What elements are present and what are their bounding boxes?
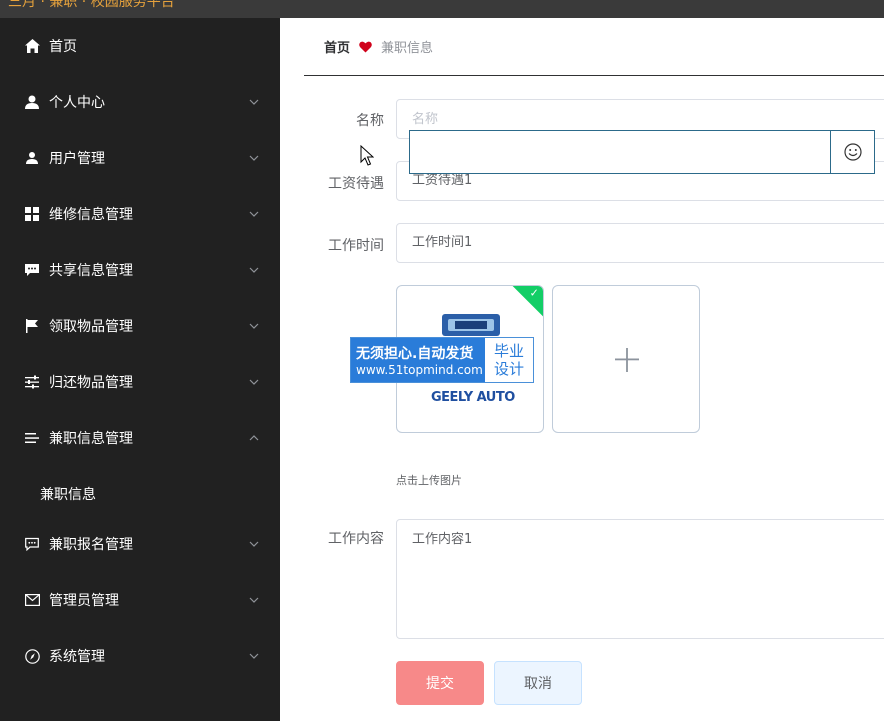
sidebar-item-repair[interactable]: 维修信息管理 — [0, 186, 280, 242]
watermark-line2: www.51topmind.com — [356, 363, 483, 377]
sidebar-item-return[interactable]: 归还物品管理 — [0, 354, 280, 410]
sidebar-item-signup[interactable]: 兼职报名管理 — [0, 516, 280, 572]
content-label: 工作内容 — [328, 531, 384, 547]
sidebar-item-label: 共享信息管理 — [49, 263, 133, 279]
mail-icon — [24, 592, 40, 608]
chevron-down-icon — [248, 208, 260, 220]
list-icon — [24, 430, 40, 446]
emoji-button[interactable] — [830, 131, 874, 173]
content-value: 工作内容1 — [412, 532, 473, 547]
submit-button[interactable]: 提交 — [396, 661, 484, 705]
mouse-cursor-icon — [360, 145, 374, 166]
flag-icon — [24, 318, 40, 334]
sidebar-item-label: 维修信息管理 — [49, 207, 133, 223]
sidebar-item-profile[interactable]: 个人中心 — [0, 74, 280, 130]
watermark-badge: 无须担心.自动发货 www.51topmind.com 毕业 设计 — [350, 337, 534, 383]
home-icon — [24, 38, 40, 54]
user-manage-icon — [24, 150, 40, 166]
chevron-down-icon — [248, 376, 260, 388]
grid-icon — [24, 206, 40, 222]
chevron-down-icon — [248, 594, 260, 606]
breadcrumb: 首页 兼职信息 — [304, 18, 884, 76]
app-title: 三月 · 兼职 · 校园服务平台 — [8, 0, 175, 10]
form: 名称 工资待遇 工资待遇1 工作时间 工作时间1 GEELY AUTO ✓ 点击… — [304, 86, 884, 721]
sidebar-subitem-parttime-info[interactable]: 兼职信息 — [0, 466, 280, 522]
top-bar: 三月 · 兼职 · 校园服务平台 — [0, 0, 884, 18]
sidebar-item-label: 用户管理 — [49, 151, 105, 167]
sidebar: 首页 个人中心 用户管理 维修信息管理 共享信息管理 领取物品管理 归还物品管理… — [0, 18, 280, 721]
smiley-icon — [843, 143, 862, 161]
chevron-down-icon — [248, 152, 260, 164]
sidebar-item-share[interactable]: 共享信息管理 — [0, 242, 280, 298]
sliders-icon — [24, 374, 40, 390]
plus-icon — [615, 348, 639, 372]
user-icon — [24, 94, 40, 110]
chevron-down-icon — [248, 538, 260, 550]
sidebar-item-system[interactable]: 系统管理 — [0, 628, 280, 684]
sidebar-item-label: 归还物品管理 — [49, 375, 133, 391]
heart-icon — [359, 41, 372, 53]
chevron-down-icon — [248, 264, 260, 276]
sidebar-item-home[interactable]: 首页 — [0, 18, 280, 74]
upload-hint: 点击上传图片 — [396, 474, 462, 487]
compass-icon — [24, 648, 40, 664]
sidebar-item-users[interactable]: 用户管理 — [0, 130, 280, 186]
chevron-down-icon — [248, 320, 260, 332]
sidebar-item-label: 系统管理 — [49, 649, 105, 665]
emoji-input-popup — [409, 130, 875, 174]
chevron-down-icon — [248, 96, 260, 108]
sidebar-item-label: 领取物品管理 — [49, 319, 133, 335]
sidebar-item-label: 首页 — [49, 39, 77, 55]
time-value: 工作时间1 — [412, 235, 473, 250]
car-logo-caption: GEELY AUTO — [431, 390, 515, 405]
comment-icon — [24, 536, 40, 552]
salary-value: 工资待遇1 — [412, 173, 473, 188]
name-label: 名称 — [356, 113, 384, 129]
watermark-left: 无须担心.自动发货 www.51topmind.com — [351, 338, 485, 382]
cancel-button[interactable]: 取消 — [494, 661, 582, 705]
time-input[interactable]: 工作时间1 — [396, 223, 884, 263]
check-icon: ✓ — [529, 286, 539, 300]
content-textarea[interactable]: 工作内容1 — [396, 519, 884, 639]
upload-add-button[interactable] — [552, 285, 700, 433]
watermark-line1: 无须担心.自动发货 — [356, 346, 474, 362]
watermark-right2: 设计 — [493, 360, 524, 378]
chevron-up-icon — [248, 432, 260, 444]
sidebar-item-label: 兼职信息管理 — [49, 431, 133, 447]
sidebar-item-admins[interactable]: 管理员管理 — [0, 572, 280, 628]
sidebar-item-parttime[interactable]: 兼职信息管理 — [0, 410, 280, 466]
salary-label: 工资待遇 — [328, 176, 384, 192]
sidebar-item-label: 兼职报名管理 — [49, 537, 133, 553]
chat-icon — [24, 262, 40, 278]
watermark-right: 毕业 设计 — [485, 338, 533, 382]
emoji-popup-input[interactable] — [410, 131, 830, 173]
time-label: 工作时间 — [328, 238, 384, 254]
sidebar-item-label: 管理员管理 — [49, 593, 119, 609]
sidebar-item-label: 兼职信息 — [40, 487, 96, 503]
breadcrumb-home[interactable]: 首页 — [324, 37, 350, 56]
sidebar-item-receive[interactable]: 领取物品管理 — [0, 298, 280, 354]
sidebar-item-label: 个人中心 — [49, 95, 105, 111]
chevron-down-icon — [248, 650, 260, 662]
watermark-right1: 毕业 — [493, 342, 524, 360]
breadcrumb-current: 兼职信息 — [381, 41, 434, 56]
